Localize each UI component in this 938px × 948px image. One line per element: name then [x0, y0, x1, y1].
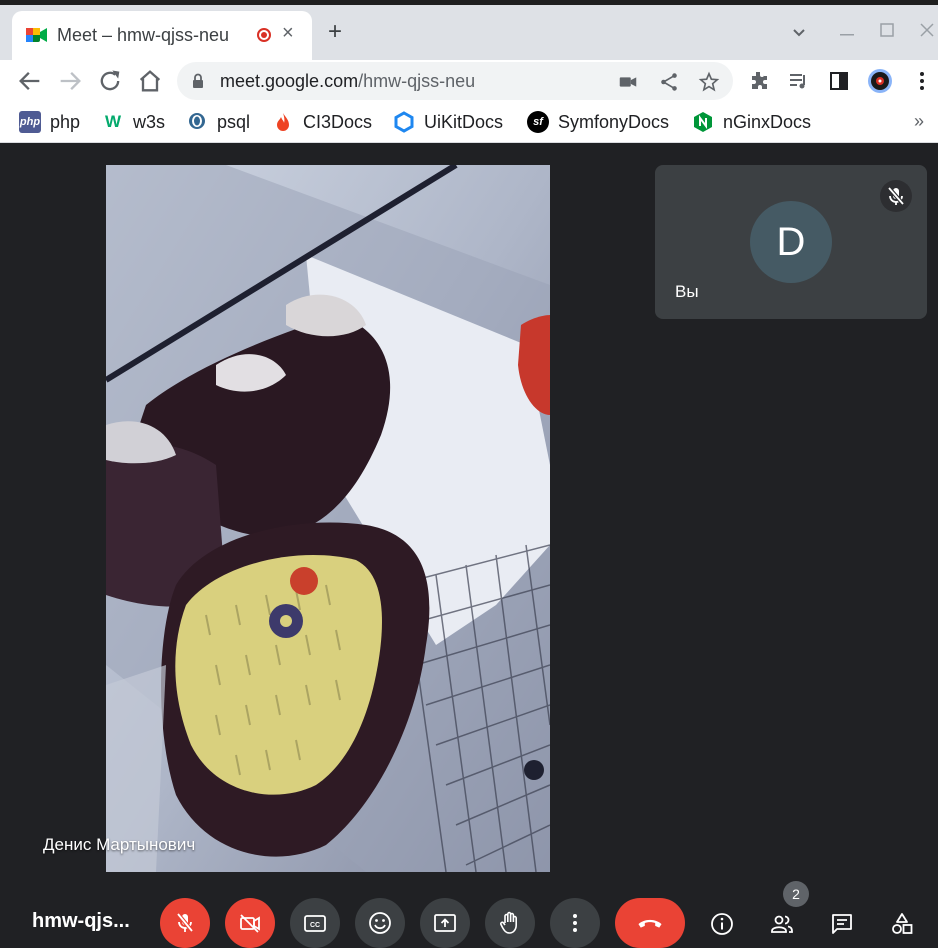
closed-captions-icon: CC: [304, 915, 326, 932]
bookmark-php[interactable]: php php: [19, 110, 80, 134]
window-top-edge: [0, 0, 938, 5]
emoji-icon: [369, 912, 391, 934]
forward-icon[interactable]: [56, 67, 84, 95]
bookmark-label: UiKitDocs: [424, 111, 504, 132]
self-tile[interactable]: D Вы: [655, 165, 927, 319]
address-bar[interactable]: meet.google.com/hmw-qjss-neu: [177, 62, 733, 100]
url-text: meet.google.com/hmw-qjss-neu: [220, 71, 475, 92]
mic-off-icon: [176, 912, 194, 933]
video-frame: [106, 165, 550, 872]
self-muted-indicator: [880, 180, 912, 212]
profile-avatar[interactable]: [867, 68, 893, 94]
tab-meet[interactable]: Meet – hmw-qjss-neu ×: [12, 11, 312, 60]
recording-dot-icon: [257, 28, 271, 42]
activities-shapes-icon: [892, 913, 913, 934]
chat-icon: [832, 914, 852, 934]
lock-icon[interactable]: [192, 73, 204, 89]
bookmark-star-icon[interactable]: [698, 71, 720, 93]
tab-strip: Meet – hmw-qjss-neu × +: [0, 0, 938, 60]
url-host: meet.google.com: [220, 71, 359, 91]
more-vert-icon: [573, 914, 577, 932]
mic-off-icon: [887, 186, 905, 206]
bookmark-label: php: [50, 111, 81, 132]
share-icon[interactable]: [658, 71, 680, 93]
home-icon[interactable]: [136, 67, 164, 95]
w3schools-icon: W: [104, 112, 122, 131]
bookmark-w3s[interactable]: W w3s: [102, 110, 165, 134]
reload-icon[interactable]: [96, 67, 124, 95]
bookmark-label: SymfonyDocs: [558, 111, 670, 132]
extensions-icon[interactable]: [747, 69, 771, 93]
side-panel-icon[interactable]: [827, 69, 851, 93]
hang-up-icon: [638, 919, 662, 928]
tab-search-icon[interactable]: [792, 28, 806, 38]
minimize-icon[interactable]: [840, 34, 854, 37]
bookmarks-overflow-button[interactable]: »: [914, 111, 924, 132]
codeigniter-icon: [277, 113, 289, 131]
hand-icon: [500, 911, 517, 934]
new-tab-button[interactable]: +: [328, 20, 342, 44]
chat-button[interactable]: [822, 904, 862, 944]
tab-title: Meet – hmw-qjss-neu: [57, 25, 230, 45]
camera-off-icon: [240, 914, 260, 933]
people-button[interactable]: [762, 904, 802, 944]
postgresql-icon: [189, 113, 205, 129]
avatar: D: [750, 201, 832, 283]
uikit-icon: [394, 111, 414, 133]
tab-close-icon[interactable]: ×: [282, 22, 294, 45]
participant-count-badge: 2: [783, 881, 809, 907]
bookmark-symfonydocs[interactable]: sf SymfonyDocs: [527, 110, 669, 134]
bookmark-label: w3s: [133, 111, 166, 132]
bookmark-label: nGinxDocs: [723, 111, 812, 132]
bookmark-label: CI3Docs: [303, 111, 373, 132]
php-icon: php: [19, 111, 41, 133]
media-control-icon[interactable]: [787, 69, 811, 93]
self-label: Вы: [675, 282, 699, 301]
browser-toolbar: meet.google.com/hmw-qjss-neu: [0, 60, 938, 102]
participant-name-label: Денис Мартынович: [43, 835, 196, 854]
info-icon: [711, 913, 733, 935]
activities-button[interactable]: [882, 904, 922, 944]
participant-video: [106, 165, 550, 872]
meeting-details-button[interactable]: [702, 904, 742, 944]
people-icon: [771, 915, 793, 933]
close-window-icon[interactable]: [920, 23, 934, 37]
svg-text:CC: CC: [310, 922, 320, 929]
url-path: /hmw-qjss-neu: [358, 71, 476, 91]
camera-in-use-icon[interactable]: [617, 71, 639, 93]
browser-menu-icon[interactable]: [910, 69, 934, 93]
bookmark-uikitdocs[interactable]: UiKitDocs: [393, 110, 503, 134]
bookmarks-bar: php php W w3s psql CI3Docs UiKitDocs sf …: [0, 102, 938, 143]
bookmark-psql[interactable]: psql: [186, 110, 250, 134]
back-icon[interactable]: [16, 67, 44, 95]
google-meet-icon: [26, 28, 47, 42]
maximize-icon[interactable]: [880, 23, 894, 37]
nginx-icon: [694, 112, 712, 132]
meeting-code: hmw-qjs...: [32, 910, 130, 932]
bookmark-ci3docs[interactable]: CI3Docs: [272, 110, 372, 134]
present-screen-icon: [434, 914, 456, 932]
bookmark-label: psql: [217, 111, 251, 132]
symfony-icon: sf: [527, 111, 549, 133]
bookmark-nginxdocs[interactable]: nGinxDocs: [692, 110, 811, 134]
